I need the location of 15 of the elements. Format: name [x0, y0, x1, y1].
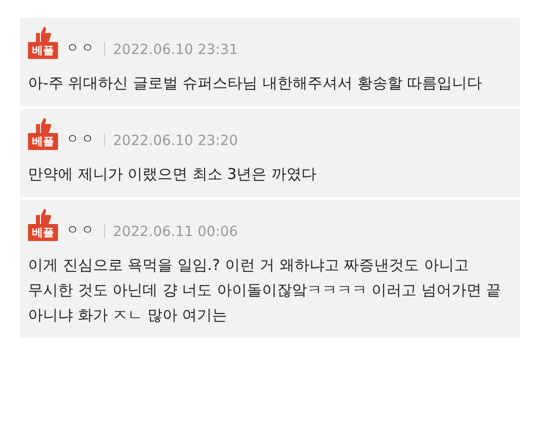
author-name: ㅇㅇ	[66, 40, 96, 57]
comment-date: 2022.06.10 23:31	[113, 42, 238, 58]
comment-date: 2022.06.10 23:20	[113, 133, 238, 149]
best-reply-badge: 베플	[28, 42, 58, 59]
comment-date: 2022.06.11 00:06	[113, 224, 238, 240]
thumbs-up-icon	[34, 26, 52, 42]
author-name: ㅇㅇ	[66, 222, 96, 239]
best-reply-badge: 베플	[28, 133, 58, 150]
comment-text: 아-주 위대하신 글로벌 슈퍼스타님 내한해주셔서 황송할 따름입니다	[28, 73, 484, 94]
best-reply-badge: 베플	[28, 224, 58, 241]
comment-text: 이게 진심으로 욕먹을 일임.? 이런 거 왜하냐고 짜증낸것도 아니고 무시한 것도 아닌데 걍 너도 아이돌이잖앜ㅋㅋㅋㅋ 이러고 넘어가면 끝 아니냐 화가 ㅈㄴ 많아 여기는	[28, 255, 502, 326]
author-name: ㅇㅇ	[66, 131, 96, 148]
comment-text: 만약에 제니가 이랬으면 최소 3년은 까였다	[28, 164, 318, 185]
thumbs-up-icon	[34, 117, 52, 133]
thumbs-up-icon	[34, 208, 52, 224]
